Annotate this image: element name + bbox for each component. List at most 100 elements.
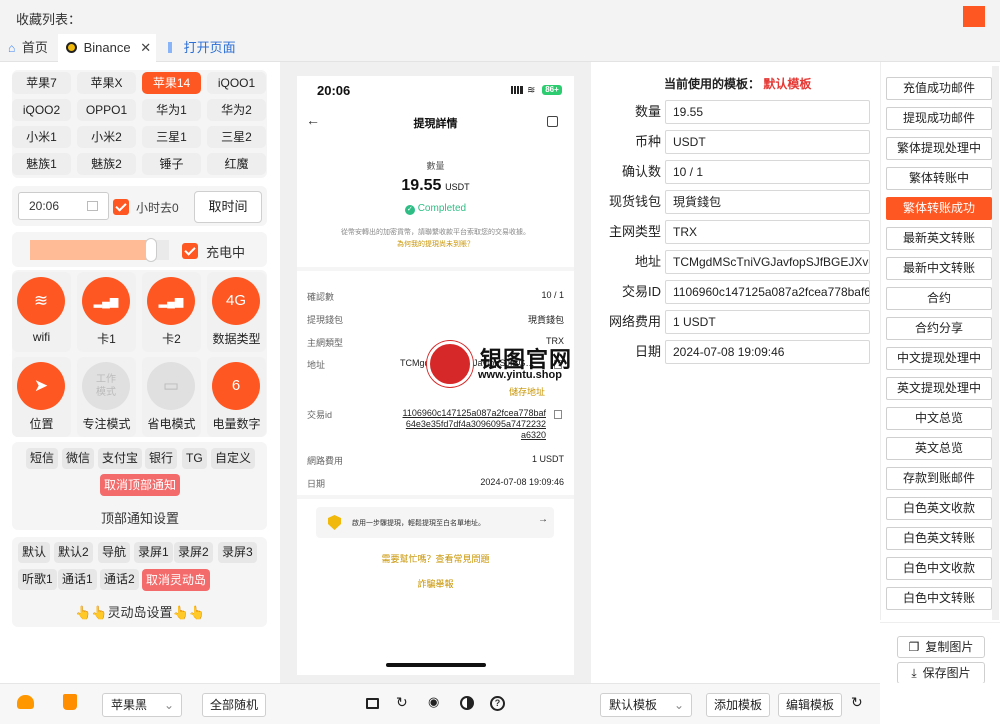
status-circle[interactable]: ▂▄▆ [147,277,195,325]
top-notify-settings[interactable]: 顶部通知设置 [0,508,280,527]
field-input[interactable]: 10 / 1 [665,160,870,184]
field-input[interactable]: TCMgdMScTniVGJavfopSJfBGEJXvqJ [665,250,870,274]
refresh-icon[interactable]: ↻ [396,694,408,711]
model-button[interactable]: 三星2 [207,126,266,148]
battery-slider[interactable] [30,238,169,262]
field-input[interactable]: 1 USDT [665,310,870,334]
status-tile[interactable]: 工作 模式 专注模式 [77,357,136,437]
hour-checkbox[interactable] [113,199,129,215]
help-icon[interactable]: ? [490,696,505,711]
pip-icon[interactable] [366,698,379,709]
template-button[interactable]: 提现成功邮件 [886,107,992,130]
island-tag[interactable]: 通话1 [58,569,97,590]
tab-binance[interactable]: Binance ✕ [58,34,156,62]
template-button[interactable]: 白色英文收款 [886,497,992,520]
template-button[interactable]: 白色英文转账 [886,527,992,550]
field-input[interactable]: USDT [665,130,870,154]
island-tag[interactable]: 听歌1 [18,569,57,590]
island-tag[interactable]: 录屏1 [134,542,173,563]
template-button[interactable]: 繁体转账中 [886,167,992,190]
template-button[interactable]: 繁体转账成功 [886,197,992,220]
island-tag[interactable]: 默认 [18,542,51,563]
notify-tag[interactable]: 支付宝 [98,448,143,469]
status-tile[interactable]: 6 电量数字 [207,357,266,437]
close-icon[interactable]: ✕ [140,40,151,55]
status-tile[interactable]: ▂▄▆ 卡2 [142,272,201,352]
battery-slider-handle[interactable] [144,238,157,262]
template-button[interactable]: 存款到账邮件 [886,467,992,490]
model-button[interactable]: 魅族1 [12,153,71,175]
charging-checkbox[interactable] [182,243,198,259]
status-circle[interactable]: 工作 模式 [82,362,130,410]
save-address-link[interactable]: 儲存地址 [509,385,545,398]
island-tag[interactable]: 录屏2 [174,542,213,563]
notify-tag[interactable]: 银行 [145,448,178,469]
model-button[interactable]: iQOO1 [207,72,266,94]
model-button[interactable]: 苹果14 [142,72,201,94]
island-settings[interactable]: 👆👆灵动岛设置👆👆 [0,602,280,621]
model-button[interactable]: 苹果7 [12,72,71,94]
field-input[interactable]: 1106960c147125a087a2fcea778baf6 [665,280,870,304]
template-button[interactable]: 英文提现处理中 [886,377,992,400]
model-button[interactable]: OPPO1 [77,99,136,121]
drink-icon[interactable] [63,694,77,710]
template-button[interactable]: 合约分享 [886,317,992,340]
status-tile[interactable]: 4G 数据类型 [207,272,266,352]
burger-icon[interactable] [17,695,34,709]
model-button[interactable]: 魅族2 [77,153,136,175]
refresh-icon[interactable]: ↻ [851,694,863,711]
model-button[interactable]: iQOO2 [12,99,71,121]
tab-open-page[interactable]: 打开页面 [168,34,236,62]
model-button[interactable]: 华为1 [142,99,201,121]
field-input[interactable]: 現貨錢包 [665,190,870,214]
status-circle[interactable]: ➤ [17,362,65,410]
notify-tag[interactable]: TG [182,448,207,469]
template-button[interactable]: 充值成功邮件 [886,77,992,100]
notify-tag[interactable]: 短信 [26,448,59,469]
edit-template-button[interactable]: 编辑模板 [778,693,842,717]
add-template-button[interactable]: 添加模板 [706,693,770,717]
template-scrollbar[interactable] [992,66,999,620]
model-button[interactable]: 小米1 [12,126,71,148]
model-button[interactable]: 华为2 [207,99,266,121]
island-tag[interactable]: 通话2 [100,569,139,590]
action-button[interactable]: ❐ 复制图片 [897,636,985,658]
template-button[interactable]: 最新中文转账 [886,257,992,280]
whitelist-banner[interactable]: 啟用一步驟提現，輕鬆提現至白名單地址。 → [316,507,554,538]
model-button[interactable]: 小米2 [77,126,136,148]
template-button[interactable]: 白色中文收款 [886,557,992,580]
time-input[interactable]: 20:06 [18,192,109,220]
tab-home[interactable]: ⌂ 首页 [8,34,48,62]
field-input[interactable]: 2024-07-08 19:09:46 [665,340,870,364]
status-tile[interactable]: ≋ wifi [12,272,71,352]
model-button[interactable]: 锤子 [142,153,201,175]
template-button[interactable]: 合约 [886,287,992,310]
template-button[interactable]: 最新英文转账 [886,227,992,250]
template-button[interactable]: 中文提现处理中 [886,347,992,370]
template-button[interactable]: 白色中文转账 [886,587,992,610]
template-button[interactable]: 繁体提现处理中 [886,137,992,160]
cancel-top-notify-button[interactable]: 取消顶部通知 [100,474,181,496]
status-circle[interactable]: ≋ [17,277,65,325]
status-circle[interactable]: ▂▄▆ [82,277,130,325]
status-circle[interactable]: 4G [212,277,260,325]
notify-tag[interactable]: 自定义 [211,448,256,469]
notice-link[interactable]: 為何我的提現尚未到賬？ [297,239,574,249]
island-tag[interactable]: 录屏3 [218,542,257,563]
phone-color-select[interactable]: 苹果黑 ⌄ [102,693,182,717]
template-button[interactable]: 中文总览 [886,407,992,430]
status-tile[interactable]: ▂▄▆ 卡1 [77,272,136,352]
notify-tag[interactable]: 微信 [62,448,95,469]
help-link[interactable]: 需要幫忙嗎？查看常見問題 [297,552,574,565]
action-button[interactable]: ⤓ 保存图片 [897,662,985,684]
cancel-island-button[interactable]: 取消灵动岛 [142,569,211,591]
eye-off-icon[interactable]: ◉ [428,694,439,710]
template-button[interactable]: 英文总览 [886,437,992,460]
status-tile[interactable]: ➤ 位置 [12,357,71,437]
model-button[interactable]: 苹果X [77,72,136,94]
status-tile[interactable]: ▭ 省电模式 [142,357,201,437]
field-input[interactable]: 19.55 [665,100,870,124]
copy-icon[interactable] [554,410,562,419]
island-tag[interactable]: 导航 [98,542,131,563]
model-button[interactable]: 红魔 [207,153,266,175]
